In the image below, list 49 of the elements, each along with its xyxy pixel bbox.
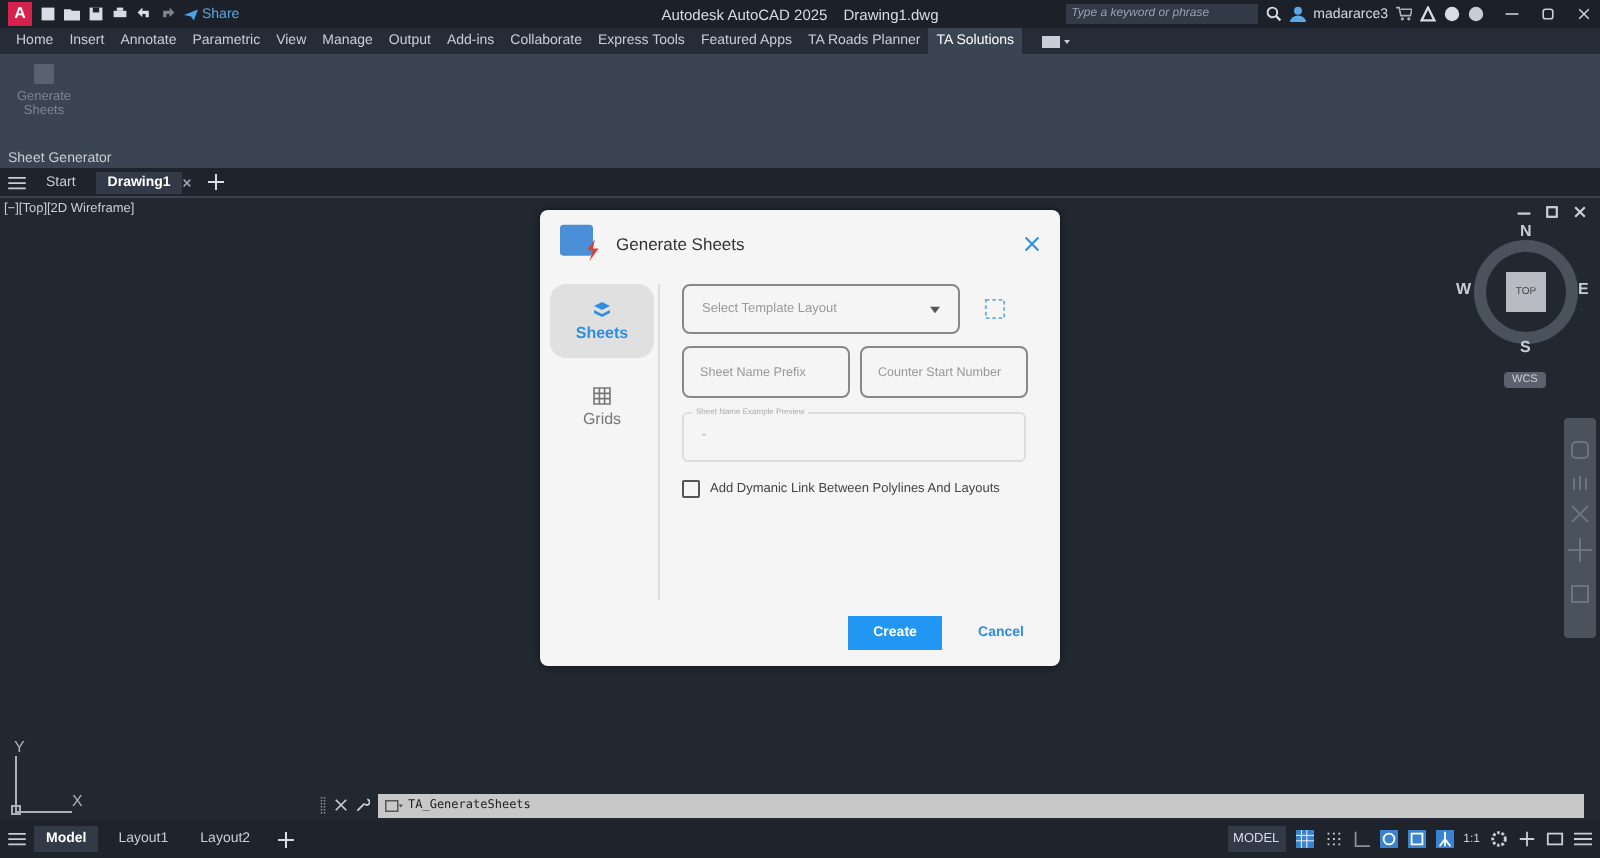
gear-icon[interactable] [1490,830,1508,848]
checkbox[interactable] [682,480,700,498]
triangle-logo-icon[interactable] [1420,6,1437,22]
maximize-icon[interactable] [1540,6,1557,22]
paper-plane-icon [184,7,198,21]
folder-icon[interactable] [64,6,80,22]
caret-icon [930,305,940,313]
printer-icon[interactable] [112,6,128,22]
compass-label: E [1578,280,1589,298]
ortho-icon[interactable] [1351,830,1370,848]
search-icon[interactable] [1265,6,1282,22]
cart-icon[interactable] [1396,6,1413,22]
app-menu-button[interactable]: A [8,2,32,26]
grid-icon[interactable] [1295,830,1314,848]
app-logo-icon [560,224,604,262]
compass-label: N [1520,222,1532,240]
redo-icon[interactable] [160,6,176,22]
wrench-icon[interactable] [356,798,370,812]
save-icon[interactable] [88,6,104,22]
restore-icon[interactable] [1544,204,1560,220]
axis-label: Y [14,738,25,756]
user-icon [1289,6,1306,22]
dialog-title: Generate Sheets [616,233,747,253]
close-icon[interactable] [182,177,193,187]
compass-label: W [1456,280,1472,298]
undo-icon[interactable] [136,6,152,22]
drag-handle-icon[interactable] [320,795,326,815]
drawing-canvas[interactable] [0,196,1600,820]
menu-icon[interactable] [1574,830,1592,848]
axis-label: X [72,792,83,810]
snap-icon[interactable] [1323,830,1342,848]
close-icon[interactable] [1576,6,1593,22]
side-tab[interactable]: Grids [550,370,654,444]
fullscreen-icon[interactable] [1546,830,1564,848]
grid-icon [592,386,612,406]
layers-icon [592,300,612,320]
add-icon[interactable] [278,831,295,847]
close-icon[interactable] [1572,204,1588,220]
annotation-icon[interactable] [1435,830,1454,848]
menu-icon[interactable] [8,175,26,189]
add-icon[interactable] [208,174,225,190]
panel-toggle-icon[interactable] [1042,35,1071,47]
terminal-icon [384,799,404,811]
add-icon[interactable] [1518,830,1536,848]
polar-icon[interactable] [1379,830,1398,848]
menu-icon[interactable] [8,832,26,846]
osnap-icon[interactable] [1407,830,1426,848]
compass-label: S [1520,338,1531,356]
close-icon[interactable] [334,798,348,812]
